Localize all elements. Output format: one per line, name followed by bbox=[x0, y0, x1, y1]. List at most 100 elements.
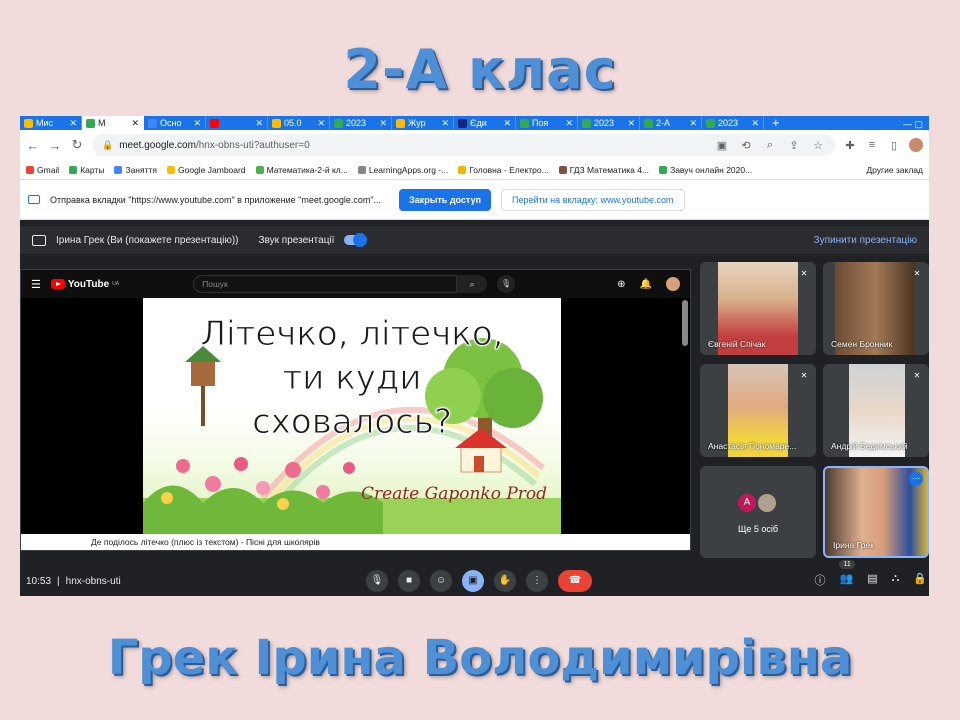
new-tab-button[interactable]: + bbox=[764, 116, 788, 130]
emoji-icon[interactable]: ☺ bbox=[430, 570, 452, 592]
sidepanel-icon[interactable]: ▯ bbox=[887, 139, 901, 152]
browser-tab[interactable]: 2023 ✕ bbox=[702, 116, 764, 130]
bookmark-item[interactable]: Google Jamboard bbox=[167, 165, 246, 175]
participant-tile[interactable]: ✕ Семен Бронник bbox=[823, 262, 929, 355]
microphone-icon[interactable]: 🎙 bbox=[366, 570, 388, 592]
menu-icon[interactable]: ☰ bbox=[31, 278, 41, 291]
lock-icon[interactable]: 🔒 bbox=[913, 572, 927, 588]
participant-tile[interactable]: ✕ Анастасія Пономаре... bbox=[700, 364, 816, 457]
close-icon[interactable]: ✕ bbox=[441, 118, 449, 129]
more-options-icon[interactable]: ⋯ bbox=[909, 472, 923, 486]
bookmark-favicon-icon bbox=[255, 165, 264, 174]
browser-tab[interactable]: 05.0 ✕ bbox=[268, 116, 330, 130]
video-caption[interactable]: Де поділось літечко (плюс із текстом) - … bbox=[21, 534, 690, 550]
activities-icon[interactable]: ⛬ bbox=[892, 572, 900, 588]
presentation-sound-toggle[interactable] bbox=[344, 233, 368, 247]
page-scrollbar[interactable] bbox=[682, 300, 688, 346]
info-icon[interactable]: ⓘ bbox=[814, 572, 825, 588]
camera-icon[interactable]: ▣ bbox=[715, 139, 729, 152]
bookmark-item[interactable]: Математика-2-й кл... bbox=[255, 165, 348, 175]
browser-tab[interactable]: 2023 ✕ bbox=[578, 116, 640, 130]
hang-up-icon[interactable]: ☎ bbox=[558, 570, 592, 592]
bookmark-item[interactable]: Карты bbox=[69, 165, 104, 175]
media-icon[interactable]: ≡ bbox=[865, 139, 879, 151]
tab-label: Єди bbox=[470, 118, 487, 128]
close-icon[interactable]: ✕ bbox=[193, 118, 201, 129]
stop-sharing-button[interactable]: Закрыть доступ bbox=[399, 188, 492, 211]
chat-icon[interactable]: ▤ bbox=[867, 572, 877, 588]
browser-tab[interactable]: Мис ✕ bbox=[20, 116, 82, 130]
tab-label: Жур bbox=[408, 118, 426, 128]
youtube-search-input[interactable]: Пошук bbox=[193, 275, 458, 293]
bookmark-star-icon[interactable]: ☆ bbox=[811, 139, 825, 152]
present-icon[interactable]: ▣ bbox=[462, 570, 484, 592]
cast-icon bbox=[28, 195, 40, 204]
close-icon[interactable]: ✕ bbox=[565, 118, 573, 129]
close-icon[interactable]: ✕ bbox=[255, 118, 263, 129]
bookmark-favicon-icon bbox=[69, 165, 78, 174]
extensions-icon[interactable]: ✚ bbox=[843, 139, 857, 152]
browser-tab[interactable]: 2-А ✕ bbox=[640, 116, 702, 130]
tab-favicon-icon bbox=[520, 118, 529, 128]
more-participants-tile[interactable]: A Ще 5 осіб bbox=[700, 466, 816, 558]
participant-tile[interactable]: ✕ Євгеній Спічак bbox=[700, 262, 816, 355]
meeting-info: 10:53 | hnx-obns-uti bbox=[26, 576, 121, 587]
youtube-avatar[interactable] bbox=[666, 277, 680, 291]
url-bar[interactable]: 🔒 meet.google.com/hnx-obns-uti?authuser=… bbox=[92, 134, 835, 156]
camera-toggle-icon[interactable]: ■ bbox=[398, 570, 420, 592]
mic-icon[interactable]: 🎙 bbox=[497, 275, 516, 293]
close-icon[interactable]: ✕ bbox=[751, 118, 759, 129]
close-icon[interactable]: ✕ bbox=[503, 118, 511, 129]
stop-presenting-link[interactable]: Зупинити презентацію bbox=[814, 235, 917, 246]
search-icon[interactable]: ⌕ bbox=[457, 275, 488, 293]
browser-tab[interactable]: 2023 ✕ bbox=[330, 116, 392, 130]
browser-tab[interactable]: ✕ bbox=[206, 116, 268, 130]
bookmark-item[interactable]: Gmail bbox=[26, 165, 59, 175]
youtube-logo[interactable]: YouTube UA bbox=[50, 278, 119, 290]
close-icon[interactable]: ✕ bbox=[131, 118, 139, 129]
bookmark-item[interactable]: Головна - Електро... bbox=[458, 165, 549, 175]
close-icon[interactable]: ✕ bbox=[69, 118, 77, 129]
profile-avatar[interactable] bbox=[909, 138, 923, 152]
browser-tab[interactable]: Жур ✕ bbox=[392, 116, 454, 130]
share-icon[interactable]: ⇪ bbox=[787, 139, 801, 152]
people-icon[interactable]: 👥 11 bbox=[839, 560, 855, 588]
bookmark-item[interactable]: Завуч онлайн 2020... bbox=[659, 165, 752, 175]
close-icon[interactable]: ✕ bbox=[689, 118, 697, 129]
self-participant-tile[interactable]: ⋯ Ірина Грек bbox=[823, 466, 929, 558]
mic-off-icon: ✕ bbox=[800, 269, 808, 278]
browser-tab[interactable]: Поя ✕ bbox=[516, 116, 578, 130]
window-controls[interactable]: — ▢ bbox=[903, 119, 929, 130]
create-icon[interactable]: ⊕ bbox=[617, 279, 625, 290]
participant-tile[interactable]: ✕ Андрій Бедимський bbox=[823, 364, 929, 457]
close-icon[interactable]: ✕ bbox=[379, 118, 387, 129]
bookmark-favicon-icon bbox=[558, 165, 567, 174]
presentation-sound-label: Звук презентації bbox=[258, 234, 335, 246]
raise-hand-icon[interactable]: ✋ bbox=[494, 570, 516, 592]
forward-icon[interactable]: → bbox=[48, 138, 62, 153]
close-icon[interactable]: ✕ bbox=[627, 118, 635, 129]
bookmark-other[interactable]: Другие заклад bbox=[863, 165, 923, 175]
browser-tab[interactable]: Єди ✕ bbox=[454, 116, 516, 130]
bookmark-item[interactable]: Заняття bbox=[114, 165, 157, 175]
translate-icon[interactable]: ⟲ bbox=[739, 139, 753, 152]
video-title-line-3: сховалось? bbox=[252, 402, 453, 443]
tab-label: M bbox=[98, 118, 106, 128]
bell-icon[interactable]: 🔔 bbox=[640, 279, 652, 290]
reload-icon[interactable]: ↻ bbox=[70, 137, 84, 153]
zoom-icon[interactable]: ⌕ bbox=[763, 139, 777, 152]
back-icon[interactable]: ← bbox=[26, 138, 40, 153]
presenting-bar: Ірина Грек (Ви (покажете презентацію)) З… bbox=[20, 226, 929, 254]
video-frame[interactable]: Літечко, літечко, ти куди сховалось? Cre… bbox=[143, 298, 561, 534]
browser-tab[interactable]: M ✕ bbox=[82, 116, 144, 130]
goto-tab-button[interactable]: Перейти на вкладку: www.youtube.com bbox=[501, 188, 685, 211]
browser-tab[interactable]: Осно ✕ bbox=[144, 116, 206, 130]
close-icon[interactable]: ✕ bbox=[317, 118, 325, 129]
bookmark-label: LearningApps.org -... bbox=[368, 164, 449, 175]
bookmark-item[interactable]: ГДЗ Математика 4... bbox=[558, 165, 649, 175]
lock-icon[interactable]: 🔒 bbox=[102, 140, 113, 151]
bookmark-item[interactable]: LearningApps.org -... bbox=[357, 164, 449, 175]
mic-off-icon: ✕ bbox=[913, 269, 921, 278]
youtube-logo-text: YouTube bbox=[67, 278, 110, 290]
more-options-icon[interactable]: ⋮ bbox=[526, 570, 548, 592]
